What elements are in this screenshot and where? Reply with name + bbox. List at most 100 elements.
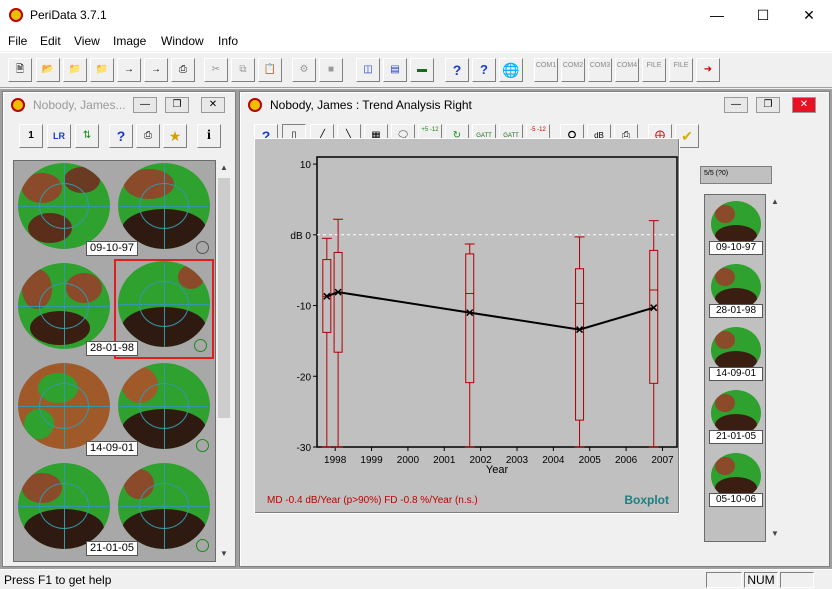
y-tick-label: dB 0: [290, 231, 311, 242]
y-axis: 10 dB 0 -10 -20 -30: [290, 160, 317, 454]
visual-field-map: [118, 363, 210, 449]
field-thumb-4a[interactable]: [16, 463, 112, 553]
globe-icon[interactable]: 🌐: [499, 58, 523, 82]
field-thumb-1b[interactable]: [116, 163, 212, 254]
trend-exam-thumb[interactable]: 28-01-98: [709, 264, 763, 322]
status-scrl-indicator: [780, 572, 814, 588]
trend-exam-thumb[interactable]: 05-10-06: [709, 453, 763, 511]
y-tick-label: -20: [297, 372, 312, 383]
left-minimize-button[interactable]: —: [133, 97, 157, 113]
open-disabled-icon[interactable]: 📁: [90, 58, 114, 82]
status-num-indicator: NUM: [744, 572, 778, 588]
bug-icon[interactable]: ⚙: [292, 58, 316, 82]
visual-field-map: [118, 261, 210, 347]
mdi-client: Nobody, James... — ❐ ✕ 1 LR ⇅ ? ⎙ ★ i 09…: [0, 89, 832, 569]
x-tick-label: 2005: [579, 455, 602, 466]
open-icon[interactable]: 📂: [36, 58, 60, 82]
trend-exam-thumb[interactable]: 21-01-05: [709, 390, 763, 448]
thumb-date-label: 21-01-05: [86, 541, 138, 556]
menu-file[interactable]: File: [8, 34, 27, 48]
trend-close-button[interactable]: ✕: [792, 97, 816, 113]
help-icon[interactable]: ?: [445, 58, 469, 82]
y-tick-label: -30: [297, 443, 312, 454]
x-tick-label: 2006: [615, 455, 638, 466]
com4-icon[interactable]: COM4: [615, 58, 639, 82]
field-thumb-1a[interactable]: [16, 163, 112, 253]
left-close-button[interactable]: ✕: [201, 97, 225, 113]
tile-vertical-icon[interactable]: ◫: [356, 58, 380, 82]
left-window-toolbar: 1 LR ⇅ ? ⎙ ★ i: [3, 124, 235, 154]
com1-icon[interactable]: COM1: [534, 58, 558, 82]
left-help-icon[interactable]: ?: [109, 124, 133, 148]
menu-image[interactable]: Image: [113, 34, 146, 48]
field-thumb-4b[interactable]: [116, 463, 212, 553]
left-right-icon[interactable]: LR: [47, 124, 71, 148]
file-icon[interactable]: FILE: [642, 58, 666, 82]
star-icon[interactable]: ★: [163, 124, 187, 148]
copy-icon[interactable]: ⧉: [231, 58, 255, 82]
left-scrollbar[interactable]: ▲ ▼: [217, 160, 231, 562]
cut-icon[interactable]: ✂: [204, 58, 228, 82]
single-view-icon[interactable]: 1: [19, 124, 43, 148]
export-icon[interactable]: →: [144, 58, 168, 82]
menu-window[interactable]: Window: [161, 34, 204, 48]
minimize-button[interactable]: —: [694, 0, 740, 31]
trend-exam-thumb[interactable]: 09-10-97: [709, 201, 763, 259]
paste-icon[interactable]: 📋: [258, 58, 282, 82]
exam-counter: 5/5 (?0): [700, 166, 772, 184]
com3-icon[interactable]: COM3: [588, 58, 612, 82]
scroll-down-icon[interactable]: ▼: [767, 526, 783, 542]
tile-horizontal-icon[interactable]: ▤: [383, 58, 407, 82]
whats-this-icon[interactable]: ?: [472, 58, 496, 82]
info-icon[interactable]: i: [197, 124, 221, 148]
left-window-titlebar[interactable]: Nobody, James... — ❐ ✕: [5, 94, 233, 116]
maximize-button[interactable]: ☐: [740, 0, 786, 31]
y-tick-label: 10: [300, 160, 312, 171]
thumb-date-label: 09-10-97: [86, 241, 138, 256]
trend-thumbnail-pane: 09-10-97 28-01-98 14-09-01 21-01-05 05-10-06: [704, 194, 766, 542]
left-window-title: Nobody, James...: [33, 98, 126, 112]
print-icon[interactable]: ⎙: [171, 58, 195, 82]
menu-bar: File Edit View Image Window Info: [0, 31, 832, 51]
new-icon[interactable]: 🗎: [8, 58, 32, 82]
visual-field-map: [18, 463, 110, 549]
scroll-up-icon[interactable]: ▲: [767, 194, 783, 210]
trend-chart-panel: 10 dB 0 -10 -20 -30 1998 1999 2000 2001 2002 2003…: [254, 138, 680, 514]
field-thumb-3a[interactable]: [16, 363, 112, 453]
menu-edit[interactable]: Edit: [40, 34, 61, 48]
left-child-window: Nobody, James... — ❐ ✕ 1 LR ⇅ ? ⎙ ★ i 09…: [2, 91, 236, 567]
trend-scrollbar[interactable]: ▲ ▼: [767, 194, 783, 542]
trend-thumb-date: 14-09-01: [709, 367, 763, 381]
exit-icon[interactable]: ➜: [696, 58, 720, 82]
file-2-icon[interactable]: FILE: [669, 58, 693, 82]
trend-analysis-window: Nobody, James : Trend Analysis Right — ❐…: [239, 91, 830, 567]
scroll-up-icon[interactable]: ▲: [217, 160, 231, 176]
boxplot-chart: 10dB 0-10-20-30 1998 1999 2000 2001 2002 2003…: [290, 156, 678, 476]
com2-icon[interactable]: COM2: [561, 58, 585, 82]
left-restore-button[interactable]: ❐: [165, 97, 189, 113]
trend-window-titlebar[interactable]: Nobody, James : Trend Analysis Right — ❐…: [242, 94, 827, 116]
import-icon[interactable]: →: [117, 58, 141, 82]
field-thumb-3b[interactable]: [116, 363, 212, 453]
menu-info[interactable]: Info: [218, 34, 238, 48]
open-green-icon[interactable]: 📁: [63, 58, 87, 82]
trend-thumb-date: 21-01-05: [709, 430, 763, 444]
field-thumb-2a[interactable]: [16, 263, 112, 353]
x-tick-label: 2004: [542, 455, 565, 466]
thumb-date-label: 14-09-01: [86, 441, 138, 456]
stop-icon[interactable]: ■: [319, 58, 343, 82]
swap-icon[interactable]: ⇅: [75, 124, 99, 148]
left-print-icon[interactable]: ⎙: [136, 124, 160, 148]
trend-exam-thumb[interactable]: 14-09-01: [709, 327, 763, 385]
scroll-down-icon[interactable]: ▼: [217, 546, 231, 562]
x-tick-label: 2000: [397, 455, 420, 466]
status-circle-icon: [196, 241, 209, 254]
trend-minimize-button[interactable]: —: [724, 97, 748, 113]
scroll-thumb[interactable]: [218, 178, 230, 418]
cascade-icon[interactable]: ▬: [410, 58, 434, 82]
status-text: Press F1 to get help: [4, 573, 112, 587]
x-tick-label: 1998: [324, 455, 347, 466]
menu-view[interactable]: View: [74, 34, 100, 48]
close-button[interactable]: ✕: [786, 0, 832, 31]
trend-restore-button[interactable]: ❐: [756, 97, 780, 113]
